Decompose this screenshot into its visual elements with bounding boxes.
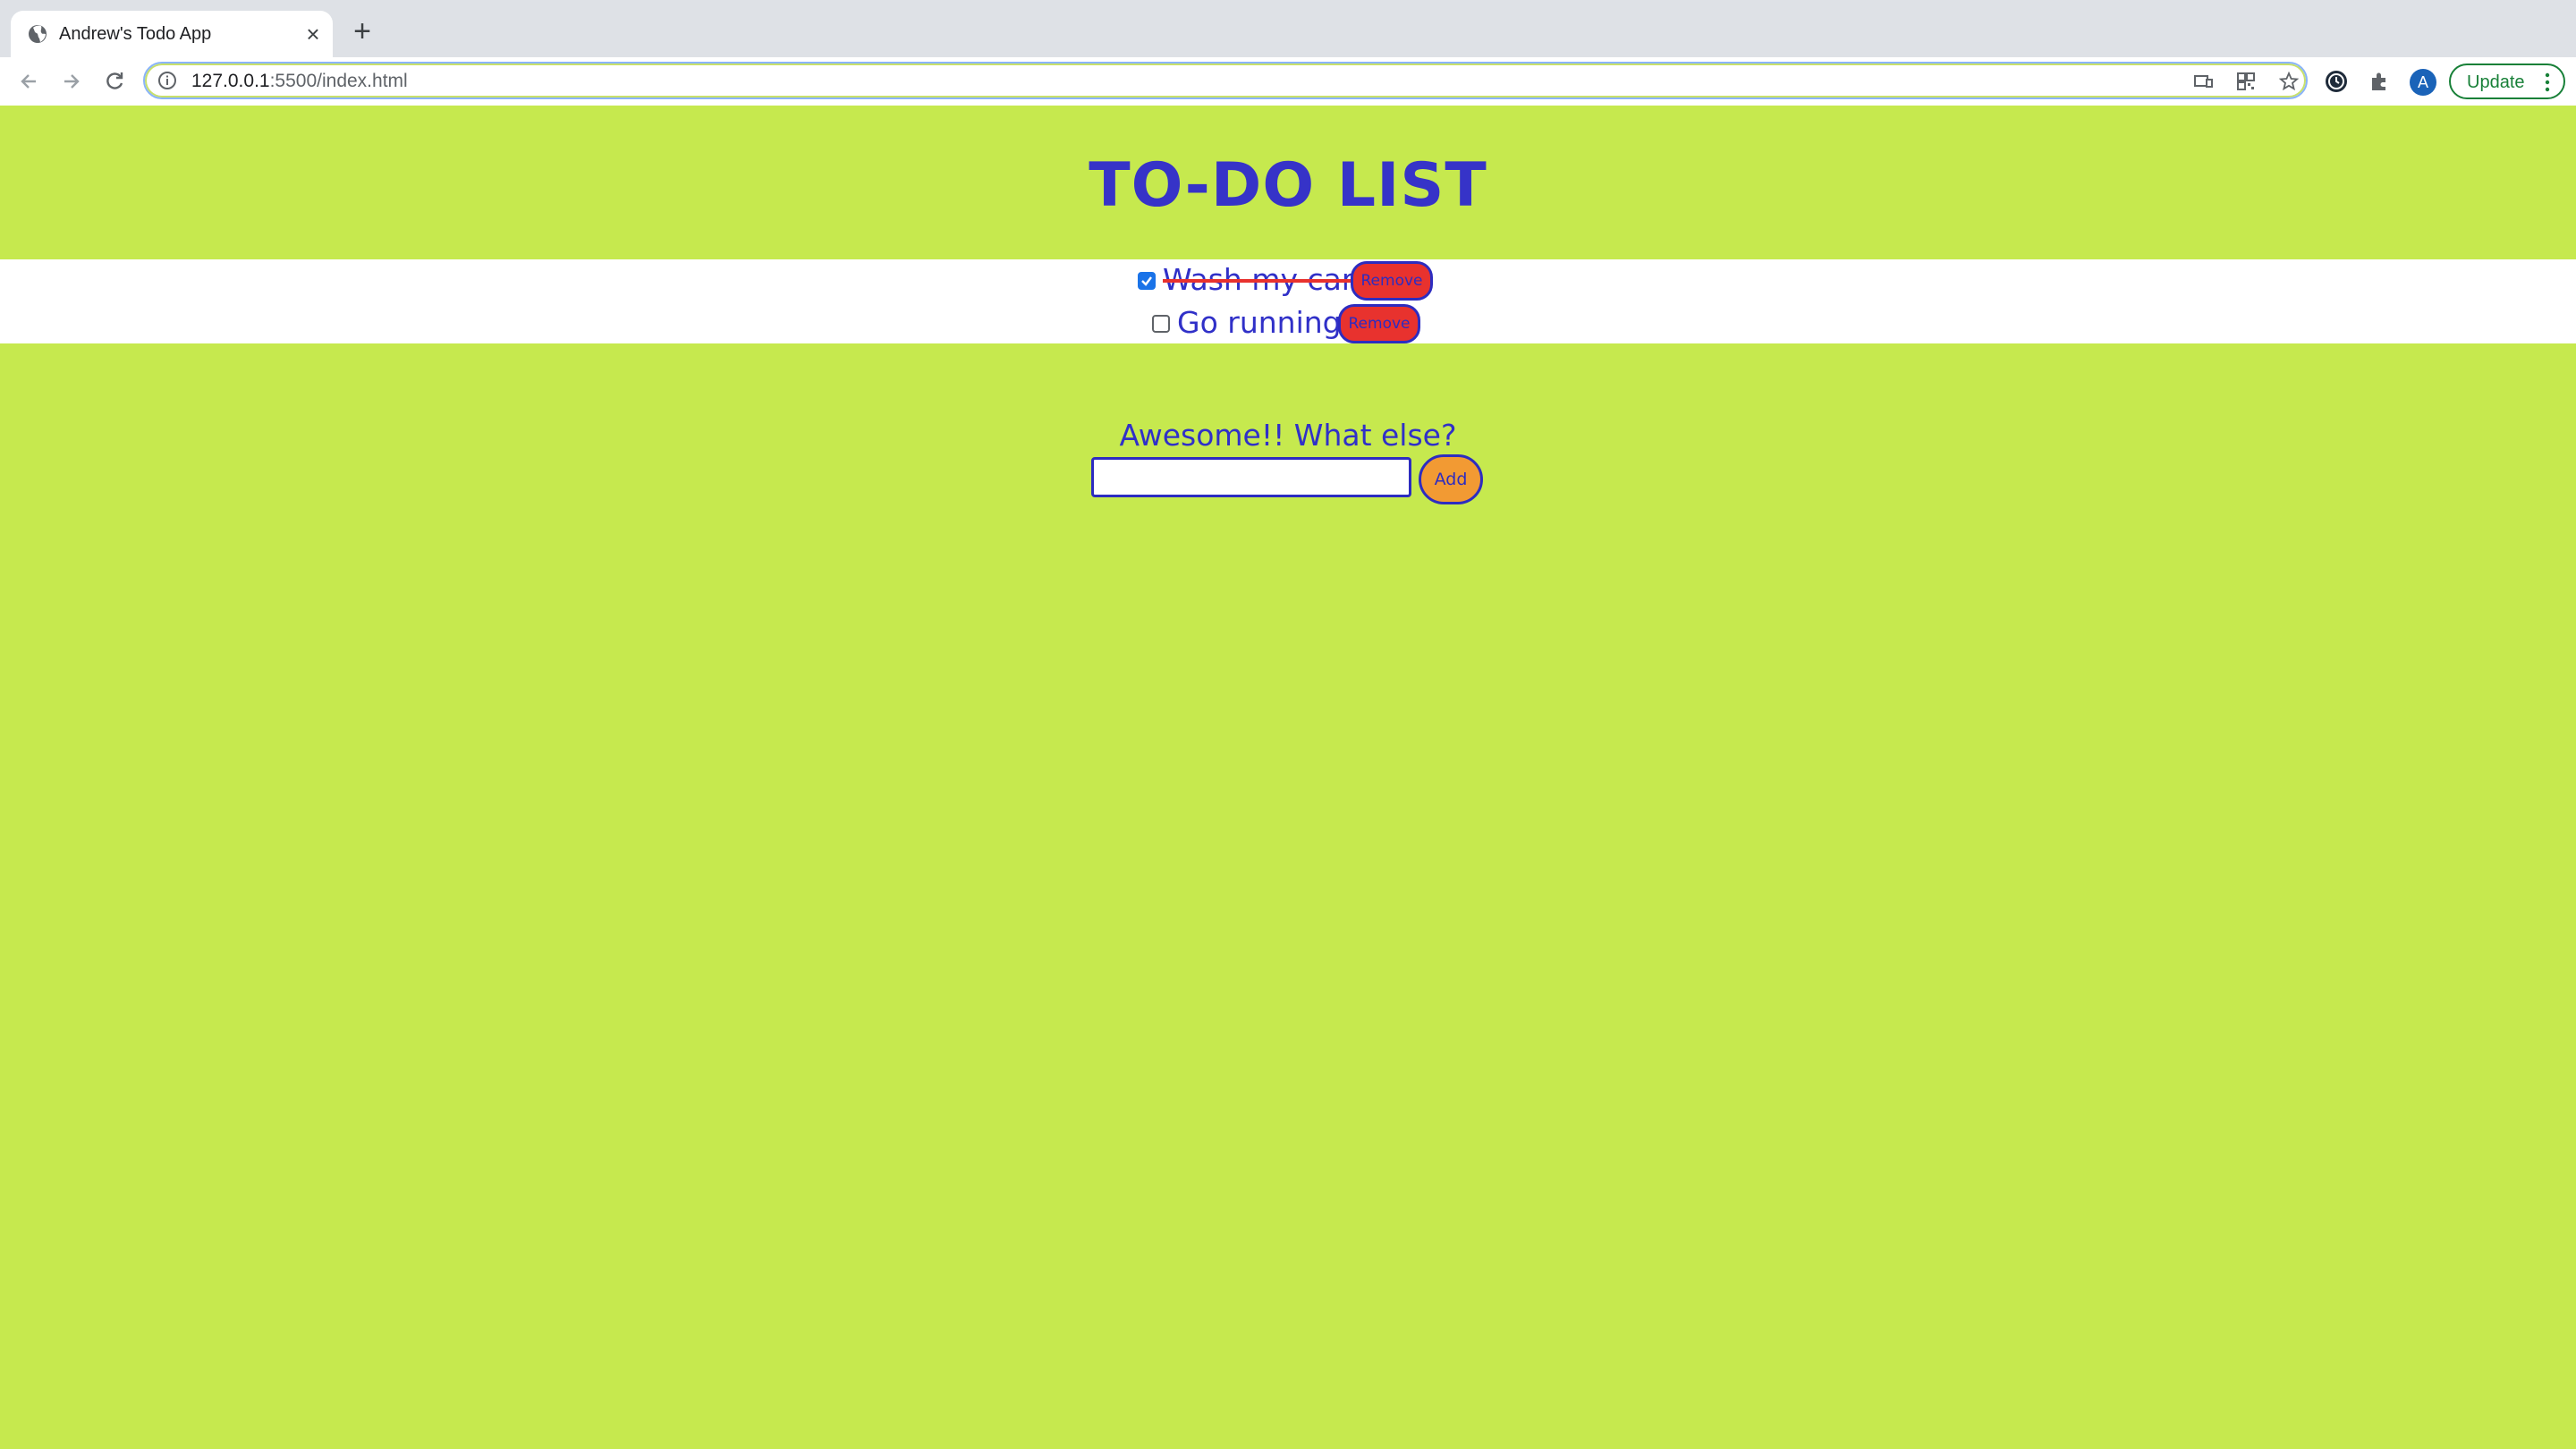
cast-icon[interactable] xyxy=(2193,72,2213,91)
info-icon[interactable] xyxy=(157,71,177,90)
add-button[interactable]: Add xyxy=(1419,454,1483,504)
more-vert-icon xyxy=(2544,71,2551,94)
todo-checkbox[interactable] xyxy=(1138,272,1156,290)
puzzle-extension-icon[interactable] xyxy=(2367,69,2392,94)
update-button[interactable]: Update xyxy=(2449,64,2565,99)
browser-toolbar: 127.0.0.1:5500/index.html A Update xyxy=(0,57,2576,106)
tab-active[interactable]: Andrew's Todo App × xyxy=(11,11,333,57)
url-path: :5500/index.html xyxy=(269,71,408,91)
remove-button[interactable]: Remove xyxy=(1338,304,1420,343)
back-arrow-icon[interactable] xyxy=(16,69,41,94)
add-prompt-label: Awesome!! What else? xyxy=(1119,418,1457,453)
url-host: 127.0.0.1 xyxy=(191,71,270,91)
tab-title: Andrew's Todo App xyxy=(59,24,212,44)
address-bar[interactable]: 127.0.0.1:5500/index.html xyxy=(143,62,2308,99)
globe-icon xyxy=(27,23,48,45)
forward-arrow-icon[interactable] xyxy=(59,69,84,94)
page-viewport: TO-DO LIST Wash my car Remove Go running… xyxy=(0,106,2576,1449)
star-icon[interactable] xyxy=(2278,71,2300,91)
profile-avatar[interactable]: A xyxy=(2410,69,2436,96)
page-title: TO-DO LIST xyxy=(1089,150,1487,221)
todo-text: Go running xyxy=(1177,305,1342,340)
plus-icon[interactable]: + xyxy=(351,16,374,47)
update-label: Update xyxy=(2467,72,2525,92)
close-icon[interactable]: × xyxy=(302,22,324,46)
remove-button[interactable]: Remove xyxy=(1351,261,1433,301)
timer-extension-icon[interactable] xyxy=(2324,69,2349,94)
new-task-input[interactable] xyxy=(1091,457,1411,497)
todo-list: Wash my car Remove Go running Remove xyxy=(0,259,2576,343)
qr-code-icon[interactable] xyxy=(2236,72,2256,91)
page-header: TO-DO LIST xyxy=(0,106,2576,259)
tab-strip: Andrew's Todo App × + xyxy=(0,0,2576,57)
address-url: 127.0.0.1:5500/index.html xyxy=(191,72,408,91)
todo-checkbox[interactable] xyxy=(1152,315,1170,333)
browser-window: Andrew's Todo App × + 127.0.0.1:5500/ind… xyxy=(0,0,2576,1449)
reload-icon[interactable] xyxy=(102,69,127,94)
todo-text: Wash my car xyxy=(1163,262,1354,297)
